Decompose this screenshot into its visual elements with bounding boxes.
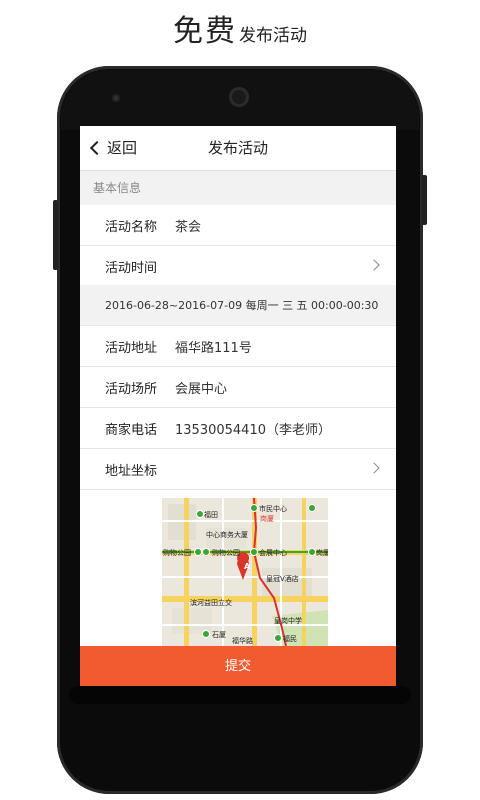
map-label-gangxia-2: 岗厦 — [316, 549, 328, 557]
address-coordinate-label: 地址坐标 — [105, 464, 158, 479]
navigation-bar: 返回 发布活动 — [80, 126, 396, 171]
page-title: 发布活动 — [207, 139, 268, 157]
activity-venue-value: 会展中心 — [175, 382, 228, 397]
map-label-huangfu: 皇岗中学 — [274, 617, 302, 625]
activity-address-row[interactable]: 活动地址 福华路111号 — [80, 326, 396, 367]
merchant-phone-value: 13530054410（李老师） — [175, 423, 331, 438]
map-label-gouwugongyuan-2: 购物公园 — [212, 549, 240, 557]
location-map[interactable]: 福田 市民中心 岗厦 中心商务大厦 购物公园 购物公园 会展中心 岗厦 皇冠V酒… — [162, 498, 328, 646]
map-label-fuhua: 福华路 — [232, 637, 253, 645]
activity-name-value: 茶会 — [175, 220, 202, 235]
address-coordinate-row[interactable]: 地址坐标 — [80, 449, 396, 490]
map-label-shiminzhongxin: 市民中心 — [259, 505, 287, 513]
map-container: 福田 市民中心 岗厦 中心商务大厦 购物公园 购物公园 会展中心 岗厦 皇冠V酒… — [80, 490, 396, 646]
activity-time-row[interactable]: 活动时间 — [80, 246, 396, 286]
activity-name-label: 活动名称 — [105, 220, 158, 235]
activity-venue-row[interactable]: 活动场所 会展中心 — [80, 367, 396, 408]
map-label-zhongxinshangwu: 中心商务大厦 — [206, 531, 248, 539]
activity-time-detail: 2016-06-28~2016-07-09 每周一 三 五 00:00-00:3… — [80, 285, 396, 326]
chevron-right-icon — [368, 462, 380, 474]
activity-time-detail-text: 2016-06-28~2016-07-09 每周一 三 五 00:00-00:3… — [105, 299, 379, 312]
map-label-huizhanzhongxin: 会展中心 — [259, 549, 287, 557]
activity-time-label: 活动时间 — [105, 261, 158, 276]
merchant-phone-row[interactable]: 商家电话 13530054410（李老师） — [80, 408, 396, 449]
activity-address-value: 福华路111号 — [175, 341, 252, 356]
volume-button — [53, 200, 58, 270]
submit-button[interactable]: 提交 — [80, 646, 396, 686]
phone-bottom-bezel — [69, 686, 411, 704]
map-label-gouwugongyuan: 购物公园 — [163, 549, 191, 557]
chevron-right-icon — [368, 259, 380, 271]
activity-venue-label: 活动场所 — [105, 382, 158, 397]
map-label-gangxia: 岗厦 — [260, 515, 274, 523]
activity-name-row[interactable]: 活动名称 茶会 — [80, 205, 396, 246]
activity-address-label: 活动地址 — [105, 341, 158, 356]
map-graphic — [162, 498, 328, 646]
map-label-fumin: 福民 — [283, 635, 297, 643]
map-label-futian: 福田 — [204, 511, 218, 519]
map-label-shixia: 石厦 — [212, 631, 226, 639]
promo-free-text: 免费 — [173, 14, 237, 49]
promo-header: 免费 发布活动 — [0, 6, 480, 50]
map-pin-letter: A — [244, 562, 251, 571]
front-camera-icon — [229, 87, 249, 107]
section-header: 基本信息 — [80, 171, 396, 204]
section-header-label: 基本信息 — [93, 181, 142, 195]
map-label-huangguan: 皇冠V酒店 — [266, 575, 299, 583]
app-screen: 返回 发布活动 基本信息 活动名称 茶会 活动时间 2016-06-28~201… — [80, 126, 396, 686]
power-button — [422, 175, 427, 225]
sensor-icon — [112, 94, 120, 102]
promo-subtitle: 发布活动 — [239, 26, 307, 46]
map-label-binhe: 滨河益田立交 — [190, 599, 232, 607]
merchant-phone-label: 商家电话 — [105, 423, 158, 438]
